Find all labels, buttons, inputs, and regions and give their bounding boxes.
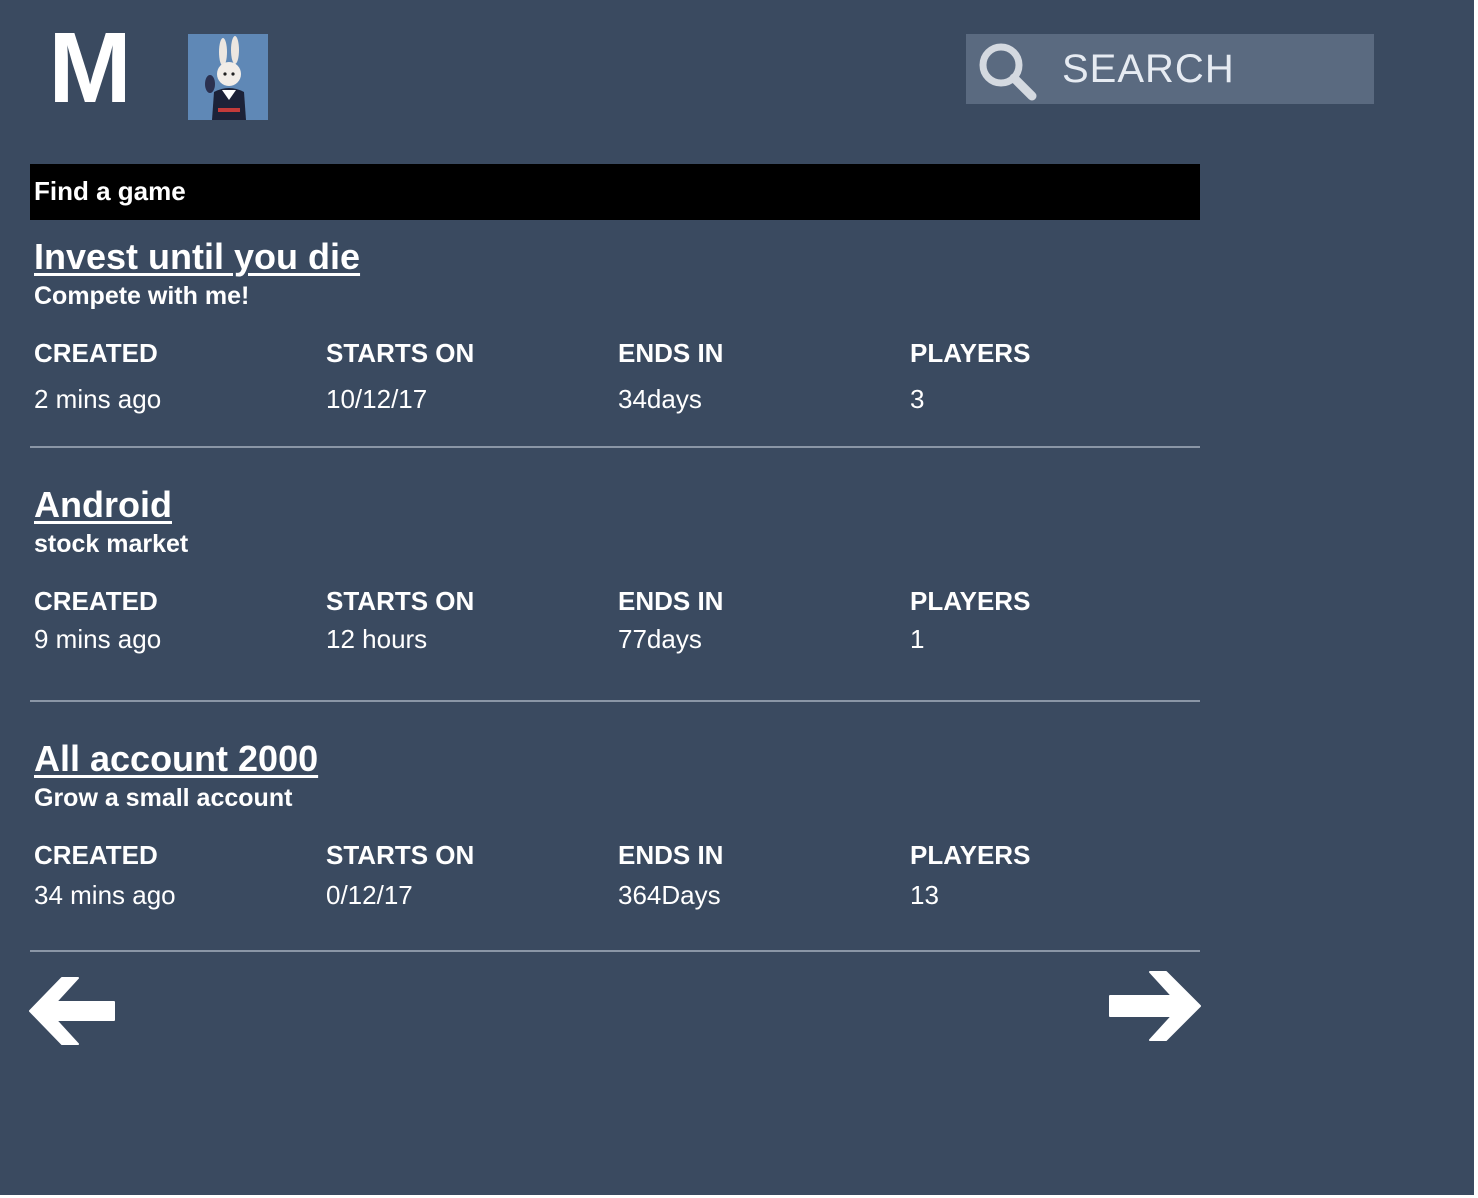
search-icon[interactable]	[976, 40, 1038, 102]
starts-on-header: STARTS ON	[326, 840, 475, 870]
created-value: 9 mins ago	[34, 624, 162, 654]
ends-in-header: ENDS IN	[618, 338, 724, 368]
search-input[interactable]	[1062, 44, 1362, 94]
starts-on-value: 10/12/17	[326, 384, 428, 414]
starts-on-value: 12 hours	[326, 624, 428, 654]
players-value: 3	[910, 384, 925, 414]
ends-in-header: ENDS IN	[618, 586, 724, 616]
ends-in-value: 77days	[618, 624, 702, 654]
created-header: CREATED	[34, 338, 158, 368]
players-header: PLAYERS	[910, 840, 1031, 870]
logo-letter: M	[48, 26, 131, 106]
game-title-link[interactable]: Android	[34, 484, 172, 526]
players-value: 13	[910, 880, 939, 910]
rabbit-avatar-icon	[188, 34, 268, 120]
ends-in-value: 364Days	[618, 880, 721, 910]
starts-on-header: STARTS ON	[326, 586, 475, 616]
created-header: CREATED	[34, 840, 158, 870]
starts-on-header: STARTS ON	[326, 338, 475, 368]
page-right-edge	[1474, 0, 1478, 1198]
arrow-left-icon[interactable]	[28, 974, 116, 1048]
game-divider	[30, 700, 1200, 702]
players-header: PLAYERS	[910, 338, 1031, 368]
avatar[interactable]	[188, 34, 268, 120]
created-value: 34 mins ago	[34, 880, 176, 910]
page-title: Find a game	[34, 176, 186, 206]
ends-in-value: 34days	[618, 384, 702, 414]
search-box[interactable]	[966, 34, 1374, 104]
game-subtitle: Grow a small account	[34, 784, 293, 812]
created-header: CREATED	[34, 586, 158, 616]
game-divider	[30, 446, 1200, 448]
logo-m-icon[interactable]: M	[44, 26, 136, 106]
page-title-bar: Find a game	[30, 164, 1200, 220]
ends-in-header: ENDS IN	[618, 840, 724, 870]
game-title-link[interactable]: All account 2000	[34, 738, 318, 780]
players-value: 1	[910, 624, 925, 654]
game-subtitle: stock market	[34, 530, 189, 558]
created-value: 2 mins ago	[34, 384, 162, 414]
game-subtitle: Compete with me!	[34, 282, 250, 310]
arrow-right-icon[interactable]	[1108, 970, 1202, 1042]
starts-on-value: 0/12/17	[326, 880, 413, 910]
players-header: PLAYERS	[910, 586, 1031, 616]
game-divider	[30, 950, 1200, 952]
game-title-link[interactable]: Invest until you die	[34, 236, 360, 278]
